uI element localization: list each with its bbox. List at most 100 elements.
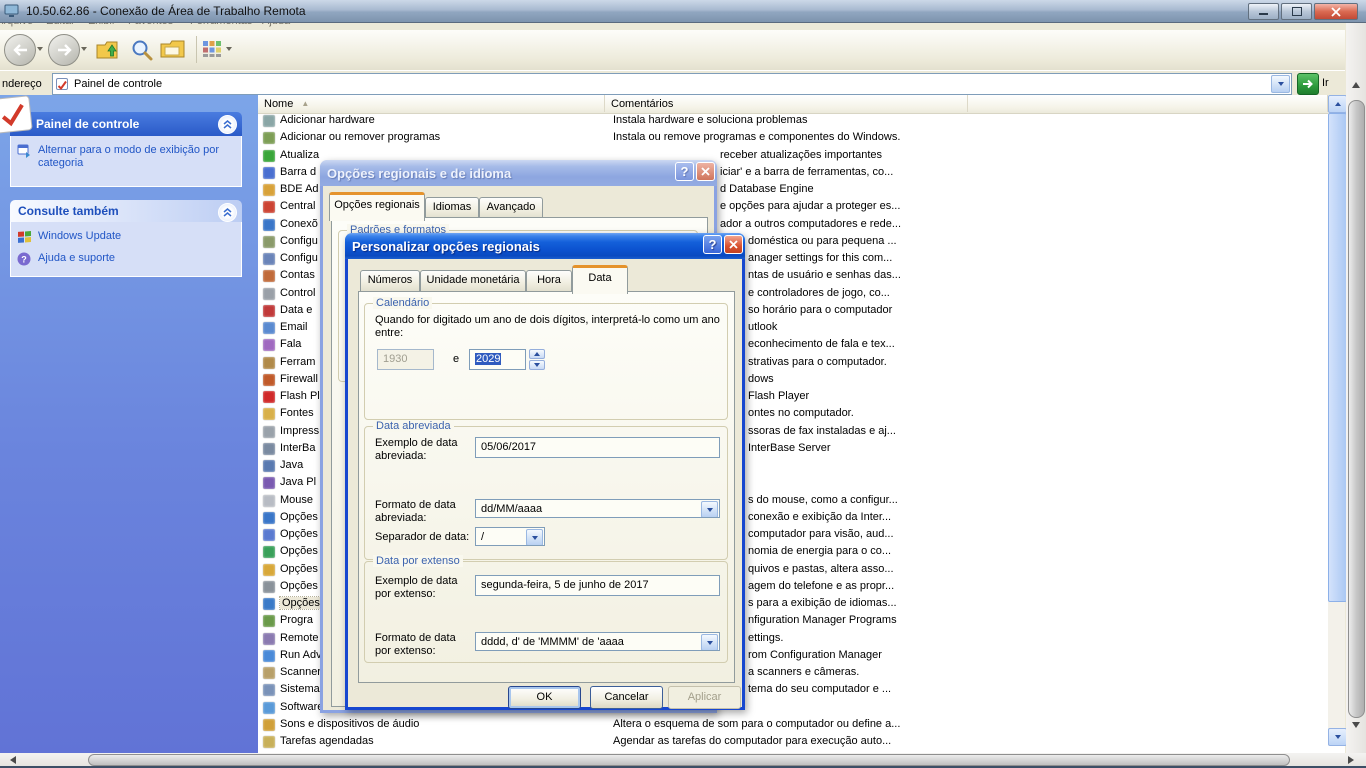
rdp-scroll-left-icon[interactable] — [10, 756, 16, 764]
menu-ajuda[interactable]: Ajuda — [262, 22, 290, 29]
tab-regional-options[interactable]: Opções regionais — [329, 192, 425, 221]
item-comment: iciar' e a barra de ferramentas, co... — [720, 166, 893, 178]
menu-arquivo[interactable]: Arquivo — [0, 22, 33, 29]
tab-date[interactable]: Data — [572, 265, 628, 294]
rdp-scroll-down-icon[interactable] — [1352, 722, 1360, 728]
panel-see-also-header[interactable]: Consulte também — [10, 200, 242, 222]
item-comment: agem do telefone e as propr... — [748, 580, 894, 592]
rdp-vscroll-thumb[interactable] — [1348, 100, 1365, 718]
ok-button[interactable]: OK — [508, 686, 581, 709]
back-dropdown-icon[interactable] — [37, 47, 43, 51]
scrollbar-thumb[interactable] — [1328, 113, 1347, 602]
close-icon — [729, 240, 738, 249]
column-header-comments[interactable]: Comentários — [605, 95, 968, 112]
dialog-titlebar[interactable]: Personalizar opções regionais ? — [345, 233, 745, 259]
date-separator-combo[interactable]: / — [475, 527, 545, 546]
dialog-titlebar[interactable]: Opções regionais e de idioma ? — [320, 160, 717, 186]
list-item[interactable]: Adicionar hardwareInstala hardware e sol… — [258, 113, 1328, 130]
forward-dropdown-icon[interactable] — [81, 47, 87, 51]
forward-button[interactable] — [48, 34, 80, 66]
system-icon — [263, 684, 275, 696]
dropdown-chevron-icon[interactable] — [701, 634, 718, 651]
scroll-up-button[interactable] — [1328, 95, 1347, 113]
address-dropdown-icon[interactable] — [1271, 75, 1290, 93]
combo-value: / — [481, 531, 484, 543]
rdp-horizontal-scrollbar[interactable] — [0, 753, 1366, 766]
go-label[interactable]: Ir — [1322, 77, 1329, 89]
year-to-value: 2029 — [475, 353, 501, 365]
rdp-hscroll-thumb[interactable] — [88, 754, 1290, 766]
spinner-up-icon[interactable] — [529, 349, 545, 359]
scheduled-tasks-icon — [263, 736, 275, 748]
up-folder-button[interactable] — [95, 37, 121, 61]
item-comment: doméstica ou para pequena ... — [748, 235, 897, 247]
panel-see-also: Consulte também Windows Update — [10, 200, 242, 277]
folders-button[interactable] — [160, 38, 186, 60]
power-options-icon — [263, 546, 275, 558]
control-panel-small-icon — [56, 78, 70, 91]
item-name: Opções — [280, 563, 318, 575]
network-connections-icon — [263, 219, 275, 231]
rdp-vertical-scrollbar[interactable] — [1346, 22, 1366, 753]
long-date-format-combo[interactable]: dddd, d' de 'MMMM' de 'aaaa — [475, 632, 720, 651]
year-spinner[interactable] — [529, 349, 545, 370]
tab-languages[interactable]: Idiomas — [425, 197, 479, 218]
menu-editar[interactable]: Editar — [46, 22, 75, 29]
sounds-audio-icon — [263, 719, 275, 731]
search-button[interactable] — [130, 38, 154, 62]
column-header-label: Comentários — [611, 98, 673, 110]
item-comment: s do mouse, como a configur... — [748, 494, 898, 506]
sidebar-item-help-support[interactable]: ? Ajuda e suporte — [17, 252, 235, 266]
views-dropdown-icon[interactable] — [226, 47, 232, 51]
spinner-down-icon[interactable] — [529, 360, 545, 370]
rdp-scroll-right-icon[interactable] — [1348, 756, 1354, 764]
close-button[interactable] — [724, 235, 743, 254]
sidebar-item-windows-update[interactable]: Windows Update — [17, 230, 235, 244]
group-long-date: Data por extenso Exemplo de data por ext… — [364, 561, 728, 663]
tab-numbers[interactable]: Números — [360, 270, 420, 291]
menu-favoritos[interactable]: Favoritos — [128, 22, 173, 29]
security-center-icon — [263, 201, 275, 213]
item-name: Barra d — [280, 166, 316, 178]
tab-time[interactable]: Hora — [526, 270, 572, 291]
rdp-titlebar[interactable]: 10.50.62.86 - Conexão de Área de Trabalh… — [0, 0, 1366, 23]
restore-button[interactable] — [1281, 3, 1312, 20]
year-to-field[interactable]: 2029 — [469, 349, 526, 370]
sidebar-item-switch-category-view[interactable]: Alternar para o modo de exibição por cat… — [17, 144, 235, 170]
close-icon — [701, 167, 710, 176]
list-item[interactable]: Adicionar ou remover programasInstala ou… — [258, 130, 1328, 147]
cancel-button[interactable]: Cancelar — [590, 686, 663, 709]
column-header-name[interactable]: Nome ▲ — [258, 95, 605, 112]
panel-control-panel-header[interactable]: Painel de controle — [10, 112, 242, 136]
views-button[interactable] — [202, 40, 222, 58]
list-item[interactable]: Sons e dispositivos de áudioAltera o esq… — [258, 717, 1328, 734]
item-name: Impress — [280, 425, 319, 437]
close-button[interactable] — [696, 162, 715, 181]
fonts-icon — [263, 408, 275, 420]
scroll-down-button[interactable] — [1328, 728, 1347, 746]
address-combo[interactable]: Painel de controle — [52, 73, 1292, 95]
help-button[interactable]: ? — [703, 235, 722, 254]
menu-exibir[interactable]: Exibir — [88, 22, 116, 29]
collapse-chevron-icon[interactable] — [218, 203, 237, 222]
tab-currency[interactable]: Unidade monetária — [420, 270, 526, 291]
back-button[interactable] — [4, 34, 36, 66]
collapse-chevron-icon[interactable] — [218, 115, 237, 134]
dropdown-chevron-icon[interactable] — [701, 501, 718, 518]
tab-advanced[interactable]: Avançado — [479, 197, 543, 218]
menu-ferramentas[interactable]: Ferramentas — [190, 22, 252, 29]
go-button[interactable] — [1297, 73, 1319, 95]
close-button[interactable] — [1314, 3, 1358, 20]
dropdown-chevron-icon[interactable] — [526, 529, 543, 546]
minimize-button[interactable] — [1248, 3, 1279, 20]
list-vertical-scrollbar[interactable] — [1328, 95, 1345, 745]
item-name: Conexõ — [280, 218, 318, 230]
item-name: BDE Ad — [280, 183, 319, 195]
help-button[interactable]: ? — [675, 162, 694, 181]
minimize-icon — [1259, 13, 1268, 15]
list-item[interactable]: Tarefas agendadasAgendar as tarefas do c… — [258, 734, 1328, 751]
rdp-scroll-up-icon[interactable] — [1352, 82, 1360, 88]
short-date-format-combo[interactable]: dd/MM/aaaa — [475, 499, 720, 518]
rdp-title: 10.50.62.86 - Conexão de Área de Trabalh… — [26, 4, 306, 18]
user-accounts-icon — [263, 270, 275, 282]
